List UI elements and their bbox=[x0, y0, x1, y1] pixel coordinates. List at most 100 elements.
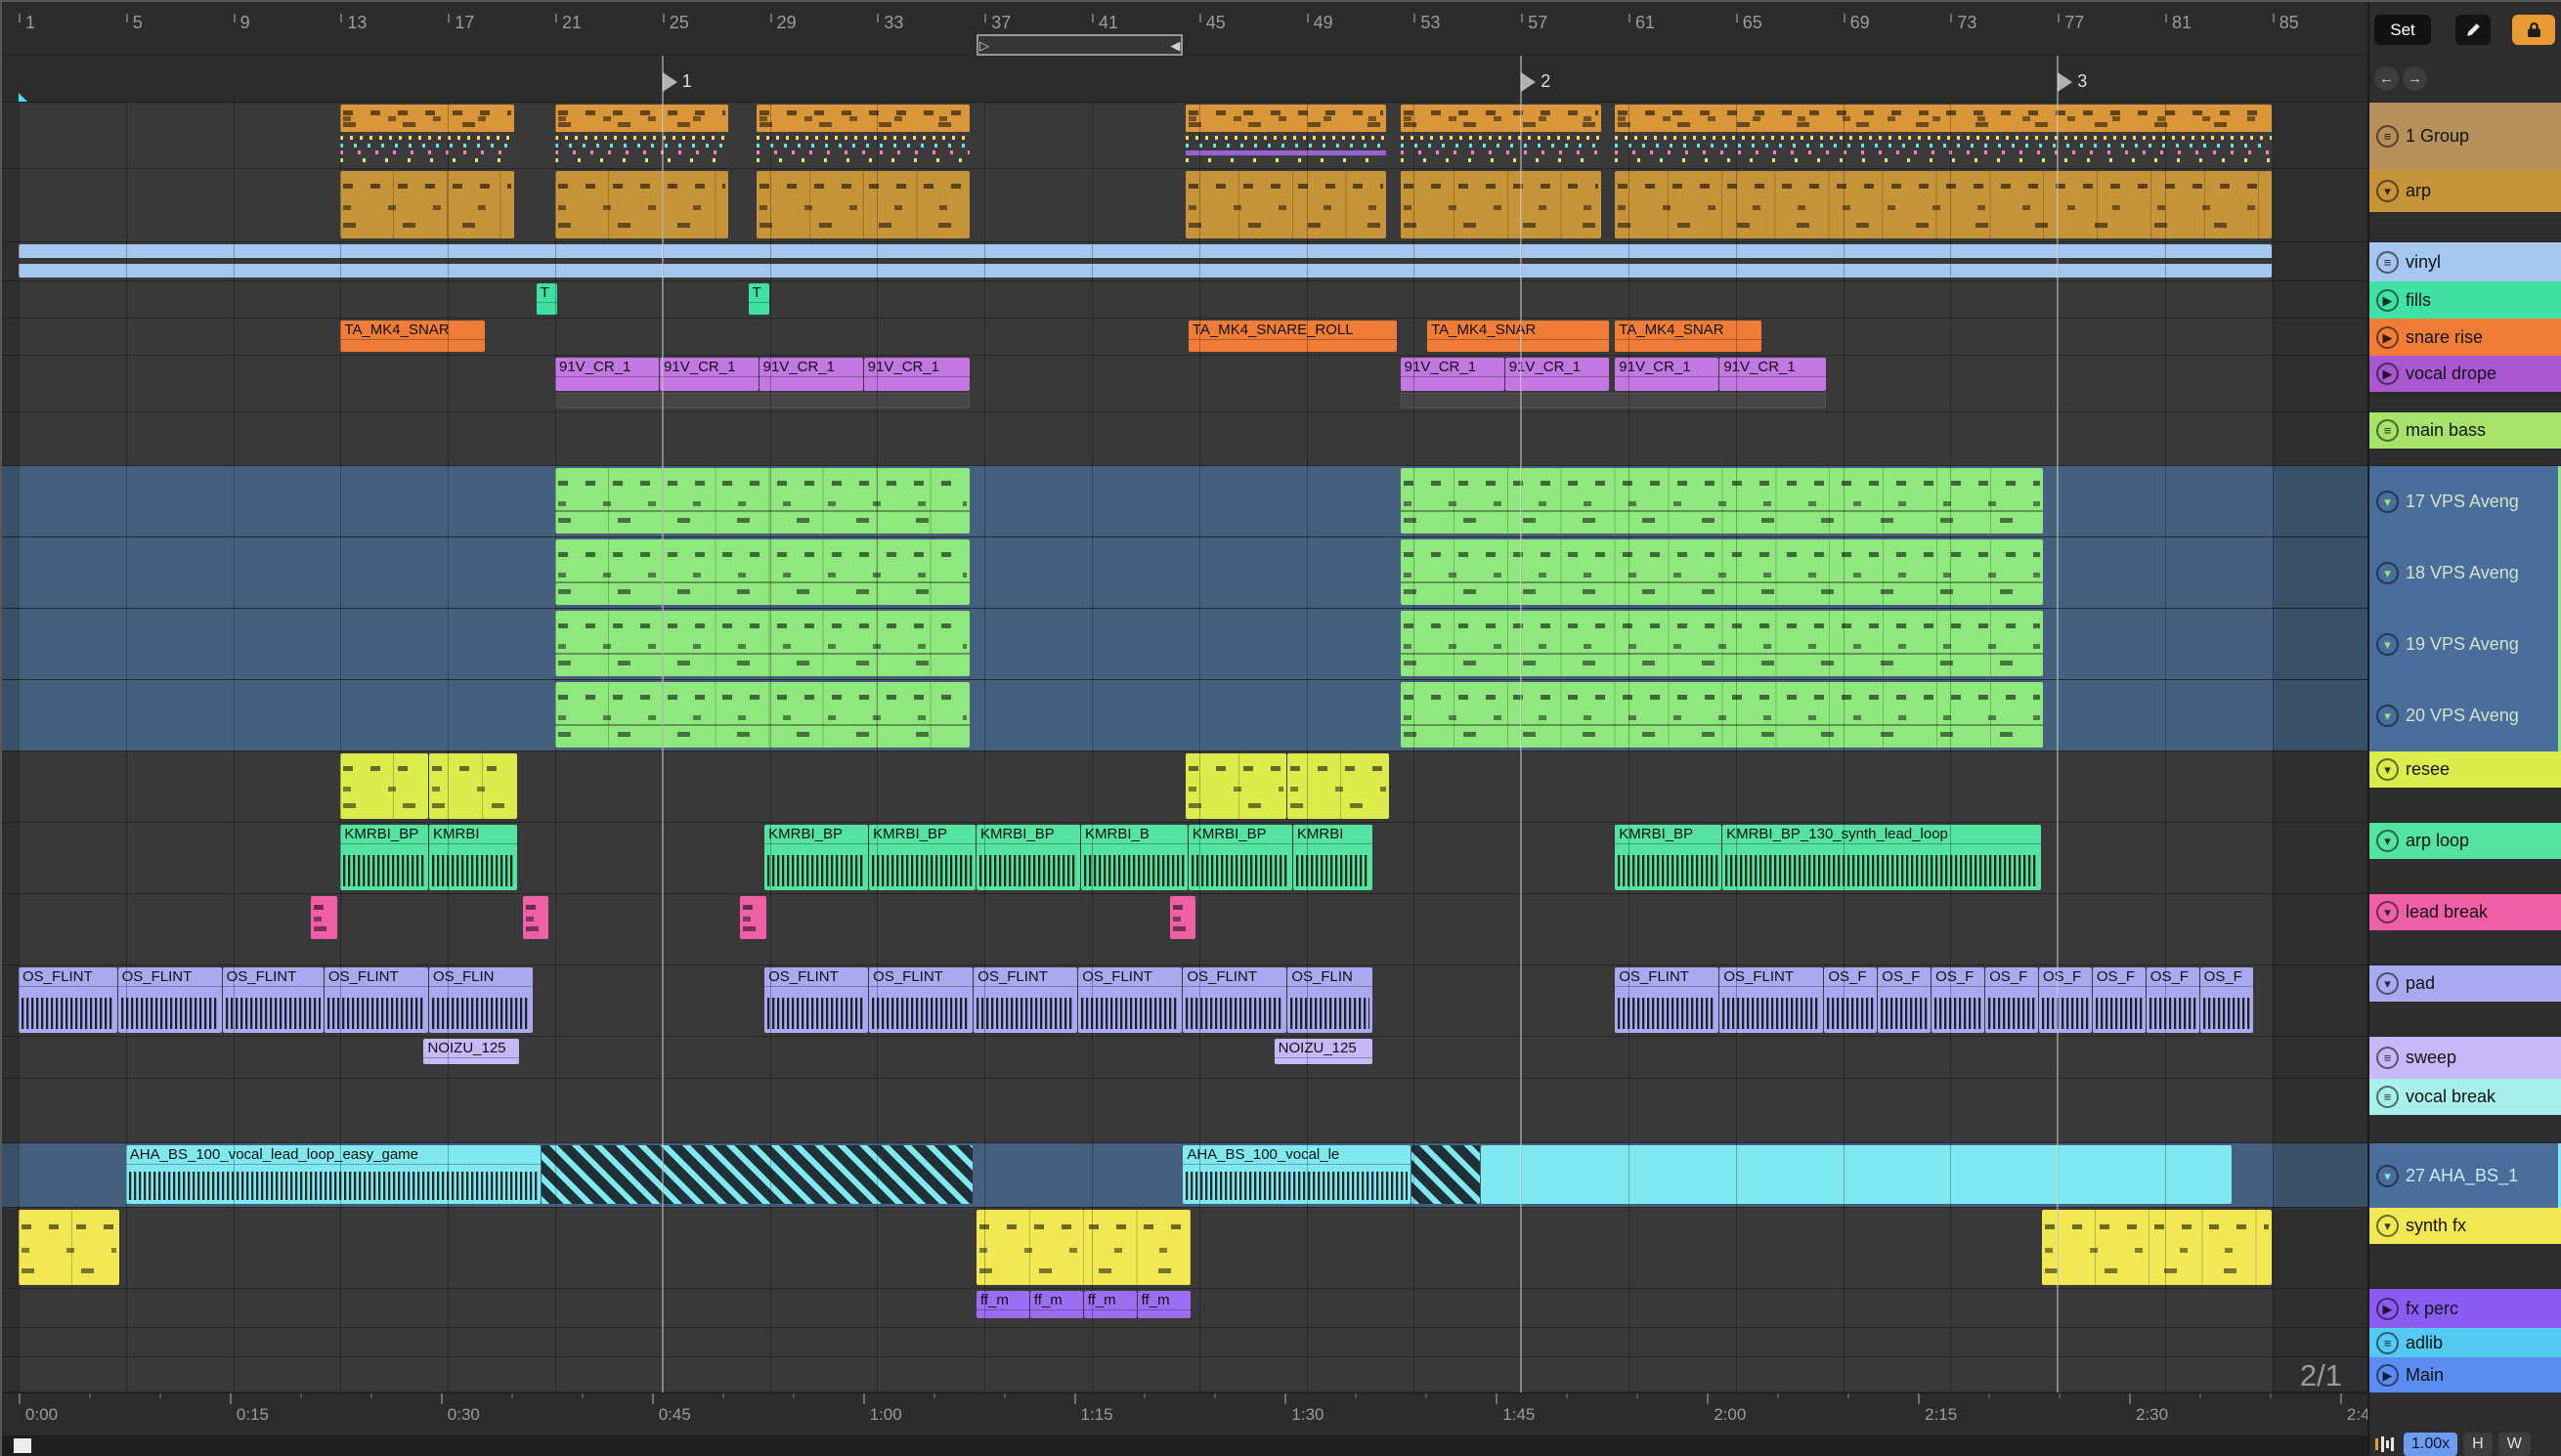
clip-os-f[interactable]: OS_F bbox=[1878, 967, 1932, 1033]
track-header-pad[interactable]: ▾ pad bbox=[2369, 965, 2561, 1037]
track-header-resee[interactable]: ▾ resee bbox=[2369, 751, 2561, 823]
clip-mini[interactable] bbox=[311, 896, 337, 939]
track-name-tab[interactable]: ≡ main bass bbox=[2369, 412, 2561, 449]
clip-midi[interactable] bbox=[555, 171, 729, 238]
track-name-tab[interactable]: ▾ 20 VPS Aveng bbox=[2369, 680, 2561, 751]
chevron-icon[interactable]: ▾ bbox=[2376, 179, 2399, 202]
track-header-fx-perc[interactable]: ▶ fx perc bbox=[2369, 1289, 2561, 1328]
clip-kmrbi-bp[interactable]: KMRBI_BP bbox=[1615, 825, 1722, 890]
chevron-icon[interactable]: ▾ bbox=[2376, 1164, 2399, 1187]
clip-mini[interactable] bbox=[1169, 896, 1196, 939]
clip-plain[interactable] bbox=[1481, 1145, 2232, 1204]
clip-vps[interactable] bbox=[555, 682, 971, 748]
track-header-arp[interactable]: ▾ arp bbox=[2369, 169, 2561, 242]
clip-os-f[interactable]: OS_F bbox=[2038, 967, 2092, 1033]
track-header-19-vps-aveng[interactable]: ▾ 19 VPS Aveng bbox=[2369, 609, 2561, 680]
clip-midi[interactable] bbox=[1186, 171, 1386, 238]
track-header-vocal-drope[interactable]: ▶ vocal drope bbox=[2369, 356, 2561, 412]
play-icon[interactable]: ▶ bbox=[2376, 363, 2399, 385]
clip-kmrbi-bp[interactable]: KMRBI_BP bbox=[340, 825, 428, 890]
clip-t[interactable]: T bbox=[748, 283, 769, 315]
clip-91v-cr-1[interactable]: 91V_CR_1 bbox=[863, 358, 971, 391]
track-name-tab[interactable]: ▾ lead break bbox=[2369, 894, 2561, 930]
menu-icon[interactable]: ≡ bbox=[2376, 1086, 2399, 1108]
clip-os-flin[interactable]: OS_FLIN bbox=[1287, 967, 1373, 1033]
play-icon[interactable]: ▶ bbox=[2376, 325, 2399, 349]
optimize-width-button[interactable]: W bbox=[2497, 1432, 2531, 1456]
track-header-17-vps-aveng[interactable]: ▾ 17 VPS Aveng bbox=[2369, 466, 2561, 537]
clip-os-flin[interactable]: OS_FLIN bbox=[428, 967, 534, 1033]
clip-noizu-125[interactable]: NOIZU_125 bbox=[423, 1039, 520, 1064]
clip-91v-cr-1[interactable]: 91V_CR_1 bbox=[1504, 358, 1609, 391]
clip-91v-cr-1[interactable]: 91V_CR_1 bbox=[1719, 358, 1827, 391]
beat-ruler[interactable]: 1 5 9 13 17 21 25 29 33 37 41 45 49 53 57 61 65 69 73 77 81 8… bbox=[2, 2, 2367, 56]
clip-midi[interactable] bbox=[1287, 753, 1389, 819]
clip-vps[interactable] bbox=[1400, 682, 2044, 748]
clip-os-flint[interactable]: OS_FLINT bbox=[117, 967, 222, 1033]
clip-ff-m[interactable]: ff_m bbox=[976, 1291, 1029, 1318]
locator-flag-2[interactable]: 2 bbox=[1521, 71, 1550, 92]
clip-91v-cr-1[interactable]: 91V_CR_1 bbox=[1400, 358, 1504, 391]
track-header-27-aha-bs-1[interactable]: ▾ 27 AHA_BS_1 bbox=[2369, 1143, 2561, 1208]
track-header-arp-loop[interactable]: ▾ arp loop bbox=[2369, 823, 2561, 894]
menu-icon[interactable]: ≡ bbox=[2376, 1331, 2399, 1354]
clip-midi[interactable] bbox=[1615, 171, 2272, 238]
menu-icon[interactable]: ≡ bbox=[2376, 250, 2399, 274]
chevron-icon[interactable]: ▾ bbox=[2376, 633, 2399, 656]
track-header-lead-break[interactable]: ▾ lead break bbox=[2369, 894, 2561, 965]
chevron-icon[interactable]: ▾ bbox=[2376, 705, 2399, 727]
loop-brace[interactable]: ▷ ◀ bbox=[976, 34, 1184, 56]
track-header-adlib[interactable]: ≡ adlib bbox=[2369, 1328, 2561, 1357]
clip-os-flint[interactable]: OS_FLINT bbox=[324, 967, 428, 1033]
clip-hatch[interactable] bbox=[1411, 1145, 1480, 1204]
clip-midi[interactable] bbox=[340, 171, 514, 238]
clip-t[interactable]: T bbox=[536, 283, 557, 315]
track-name-tab[interactable]: ≡ 1 Group bbox=[2369, 103, 2561, 169]
track-header-main[interactable]: ▶ Main bbox=[2369, 1357, 2561, 1392]
clip-midi[interactable] bbox=[1400, 171, 1601, 238]
clip-midi[interactable] bbox=[19, 1210, 120, 1285]
clip-group[interactable] bbox=[340, 105, 514, 165]
clip-os-flint[interactable]: OS_FLINT bbox=[764, 967, 869, 1033]
horizontal-scrollbar[interactable] bbox=[2, 1435, 2367, 1456]
clip-midi[interactable] bbox=[1186, 753, 1287, 819]
clip-os-f[interactable]: OS_F bbox=[1824, 967, 1878, 1033]
clip-vps[interactable] bbox=[555, 468, 971, 534]
clip-aha-bs-100-vocal-le[interactable]: AHA_BS_100_vocal_le bbox=[1183, 1145, 1411, 1204]
track-name-tab[interactable]: ▾ 19 VPS Aveng bbox=[2369, 609, 2561, 680]
clip-ta-mk4-snar[interactable]: TA_MK4_SNAR bbox=[1427, 321, 1609, 352]
clip-91v-cr-1[interactable]: 91V_CR_1 bbox=[660, 358, 759, 391]
track-name-tab[interactable]: ≡ adlib bbox=[2369, 1328, 2561, 1357]
chevron-icon[interactable]: ▾ bbox=[2376, 562, 2399, 584]
track-name-tab[interactable]: ▾ resee bbox=[2369, 751, 2561, 788]
clip-vps[interactable] bbox=[1400, 468, 2044, 534]
zoom-level-button[interactable]: 1.00x bbox=[2404, 1432, 2458, 1456]
clip-91v-cr-1[interactable]: 91V_CR_1 bbox=[555, 358, 660, 391]
clip-os-flint[interactable]: OS_FLINT bbox=[1719, 967, 1824, 1033]
clip-midi[interactable] bbox=[756, 171, 971, 238]
clip-os-f[interactable]: OS_F bbox=[1985, 967, 2038, 1033]
clip-os-f[interactable]: OS_F bbox=[2146, 967, 2199, 1033]
clip-ta-mk4-snare-roll[interactable]: TA_MK4_SNARE_ROLL bbox=[1188, 321, 1397, 352]
track-name-tab[interactable]: ▾ 18 VPS Aveng bbox=[2369, 537, 2561, 609]
clip-kmrbi-bp[interactable]: KMRBI_BP bbox=[1188, 825, 1292, 890]
clip-noizu-125[interactable]: NOIZU_125 bbox=[1274, 1039, 1373, 1064]
menu-icon[interactable]: ≡ bbox=[2376, 419, 2399, 442]
clip-strip2[interactable] bbox=[19, 244, 2272, 278]
clip-os-flint[interactable]: OS_FLINT bbox=[1078, 967, 1183, 1033]
clip-mini[interactable] bbox=[523, 896, 549, 939]
optimize-height-button[interactable]: H bbox=[2463, 1432, 2493, 1456]
play-icon[interactable]: ▶ bbox=[2376, 1363, 2399, 1387]
scrollbar-handle[interactable] bbox=[14, 1438, 31, 1453]
track-header-sweep[interactable]: ≡ sweep bbox=[2369, 1037, 2561, 1079]
lock-button[interactable] bbox=[2512, 15, 2555, 45]
track-name-tab[interactable]: ▶ vocal drope bbox=[2369, 356, 2561, 392]
track-name-tab[interactable]: ▾ 17 VPS Aveng bbox=[2369, 466, 2561, 537]
clip-group[interactable] bbox=[1615, 105, 2272, 165]
back-arrow-button[interactable]: ← bbox=[2374, 66, 2399, 91]
clip-ta-mk4-snar[interactable]: TA_MK4_SNAR bbox=[1615, 321, 1762, 352]
track-header-vinyl[interactable]: ≡ vinyl bbox=[2369, 242, 2561, 281]
clip-group[interactable] bbox=[555, 105, 729, 165]
track-name-tab[interactable]: ▾ 27 AHA_BS_1 bbox=[2369, 1143, 2561, 1208]
clip-vps[interactable] bbox=[1400, 539, 2044, 605]
